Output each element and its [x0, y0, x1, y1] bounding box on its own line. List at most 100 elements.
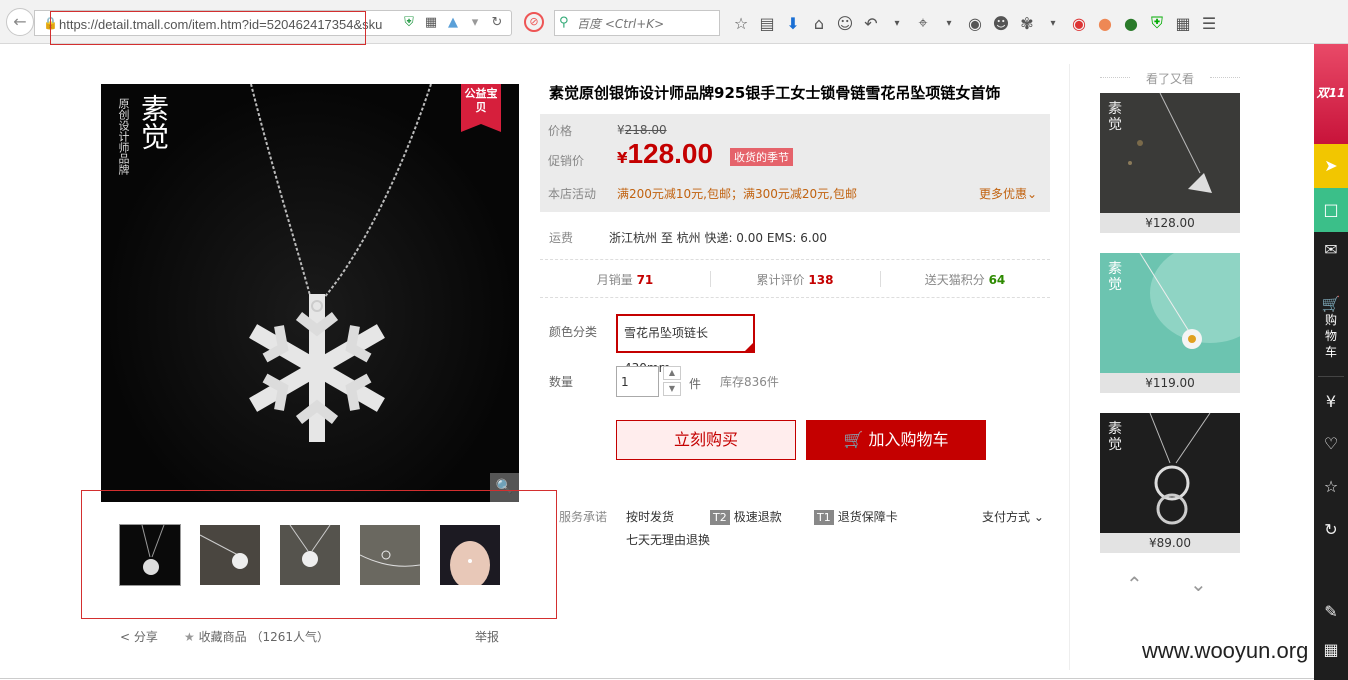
edit-icon[interactable]: ✎: [1314, 602, 1348, 621]
send-icon[interactable]: ➤: [1314, 144, 1348, 188]
svg-text:素: 素: [1108, 421, 1122, 437]
bookmark-star-icon[interactable]: ☆: [728, 14, 754, 33]
see-also-title: 看了又看: [1100, 70, 1240, 86]
recommend-price: ¥89.00: [1100, 533, 1240, 553]
extension-icon-4[interactable]: ▦: [1170, 14, 1196, 33]
chevron-down-icon[interactable]: ⌄: [1190, 572, 1207, 596]
chevron-up-icon[interactable]: ⌃: [1126, 572, 1143, 596]
search-bar[interactable]: ⚲: [554, 10, 720, 36]
price-panel: 价格 ¥218.00 促销价 ¥128.00 收货的季节 本店活动 满200元减…: [540, 114, 1050, 212]
comment-icon[interactable]: ◉: [962, 14, 988, 33]
dropdown-icon[interactable]: ▾: [936, 18, 962, 29]
shipping-value[interactable]: 浙江杭州 至 杭州 快递: 0.00 EMS: 6.00: [609, 229, 827, 246]
review-count[interactable]: 累计评价 138: [710, 271, 880, 288]
share-row: < 分享 ★ 收藏商品 （1261人气） 举报: [120, 628, 500, 646]
back-icon[interactable]: ←: [6, 8, 34, 36]
color-option-selected[interactable]: 雪花吊坠项链长430mm: [616, 314, 755, 375]
stats-row: 月销量 71 累计评价 138 送天猫积分 64: [540, 271, 1050, 289]
svg-text:素: 素: [1108, 261, 1122, 277]
seven-day-return[interactable]: 七天无理由退换: [626, 531, 710, 548]
activity-text: 满200元减10元,包邮；满300元减20元,包邮: [617, 187, 857, 201]
extension-icon-3[interactable]: ●: [1118, 14, 1144, 33]
thumbnail-3[interactable]: [280, 525, 340, 585]
chevron-down-icon: ⌄: [1033, 510, 1044, 524]
tmall-points: 送天猫积分 64: [924, 273, 1006, 287]
history-icon[interactable]: ↻: [1314, 520, 1348, 539]
payment-methods[interactable]: 支付方式 ⌄: [982, 508, 1044, 525]
service-fast-refund[interactable]: T2 极速退款: [710, 508, 782, 525]
dropdown-icon[interactable]: ▾: [884, 18, 910, 29]
extension-icon-2[interactable]: ●: [1092, 14, 1118, 33]
svg-text:觉: 觉: [1108, 277, 1122, 293]
main-product-image[interactable]: 原创设计师品牌 素觉 公益宝贝: [101, 84, 519, 502]
thumbnail-4[interactable]: [360, 525, 420, 585]
inbox-icon[interactable]: ✉: [1314, 240, 1348, 259]
add-to-cart-button[interactable]: 🛒 加入购物车: [806, 420, 986, 460]
block-icon[interactable]: ⊘: [524, 12, 544, 32]
activity-label: 本店活动: [548, 187, 597, 201]
service-label: 服务承诺: [559, 510, 608, 524]
sidebar-separator: [1318, 376, 1344, 377]
download-icon[interactable]: ⬇: [780, 14, 806, 33]
search-input[interactable]: [577, 14, 715, 34]
share-link[interactable]: < 分享: [120, 628, 158, 645]
thumbnail-5[interactable]: [440, 525, 500, 585]
menu-icon[interactable]: ☰: [1196, 14, 1222, 33]
more-offers-link[interactable]: 更多优惠⌄: [979, 185, 1037, 202]
right-sidebar: 双11 ➤ □ ✉ 🛒 购物车 ¥ ♡ ☆ ↻ ✎ ▦: [1314, 44, 1348, 680]
reload-icon[interactable]: ↻: [489, 15, 505, 30]
bug-icon[interactable]: ✾: [1014, 14, 1040, 33]
color-label: 颜色分类: [549, 325, 598, 339]
recommend-item-3[interactable]: 素觉 ¥89.00: [1100, 413, 1240, 553]
star-icon: ★: [184, 630, 195, 644]
undo-icon[interactable]: ↶: [858, 14, 884, 33]
heart-icon[interactable]: ♡: [1314, 434, 1348, 453]
cart-icon: 🛒: [843, 430, 864, 449]
divider: [540, 259, 1050, 260]
service-on-time[interactable]: 按时发货: [626, 508, 674, 525]
svg-text:素: 素: [1108, 101, 1122, 117]
shield-extension-icon[interactable]: ⛨: [1144, 13, 1170, 33]
promo-tag: 收货的季节: [730, 148, 793, 166]
crop-icon[interactable]: ⌖: [910, 13, 936, 33]
star-icon[interactable]: ☆: [1314, 477, 1348, 496]
service-return-card[interactable]: T1 退货保障卡: [814, 508, 898, 525]
chat-icon[interactable]: ☺: [832, 14, 858, 33]
book-icon[interactable]: □: [1314, 188, 1348, 232]
charity-badge: 公益宝贝: [461, 84, 501, 132]
quantity-down-button[interactable]: ▼: [663, 382, 681, 396]
quantity-unit: 件: [689, 377, 702, 391]
recommend-item-1[interactable]: 素觉 ¥128.00: [1100, 93, 1240, 233]
dropdown-icon[interactable]: ▾: [1040, 18, 1066, 29]
stock-count: 库存836件: [720, 375, 779, 389]
original-price: ¥218.00: [617, 123, 667, 137]
product-title: 素觉原创银饰设计师品牌925银手工女士锁骨链雪花吊坠项链女首饰: [549, 84, 1001, 102]
favorite-link[interactable]: ★ 收藏商品 （1261人气）: [184, 628, 329, 645]
shipping-label: 运费: [549, 231, 574, 245]
recommend-price: ¥119.00: [1100, 373, 1240, 393]
quantity-up-button[interactable]: ▲: [663, 366, 681, 380]
clipboard-icon[interactable]: ▤: [754, 14, 780, 33]
extension-icon[interactable]: ◉: [1066, 14, 1092, 33]
report-link[interactable]: 举报: [475, 628, 499, 645]
qr-code-icon[interactable]: ▦: [1314, 640, 1348, 659]
double11-banner[interactable]: 双11: [1314, 44, 1348, 144]
home-icon[interactable]: ⌂: [806, 14, 832, 33]
dropdown-icon[interactable]: ▾: [467, 15, 483, 30]
thumbnail-2[interactable]: [200, 525, 260, 585]
recommend-item-2[interactable]: 素觉 ¥119.00: [1100, 253, 1240, 393]
shield-icon[interactable]: ⛨: [401, 15, 417, 30]
thumbnail-list: [119, 524, 500, 586]
cart-icon: 🛒: [1321, 295, 1341, 313]
qr-icon[interactable]: ▦: [423, 15, 439, 30]
thumbnail-1[interactable]: [119, 524, 181, 586]
column-divider: [1069, 64, 1070, 670]
yen-icon[interactable]: ¥: [1314, 392, 1348, 411]
sidebar-cart[interactable]: 🛒 购物车: [1314, 296, 1348, 360]
avatar-icon[interactable]: ☻: [988, 14, 1014, 33]
cube-icon[interactable]: ▲: [445, 15, 461, 30]
quantity-input[interactable]: [616, 366, 659, 397]
svg-text:觉: 觉: [1108, 437, 1122, 453]
watermark: www.wooyun.org: [1142, 638, 1309, 663]
buy-now-button[interactable]: 立刻购买: [616, 420, 796, 460]
